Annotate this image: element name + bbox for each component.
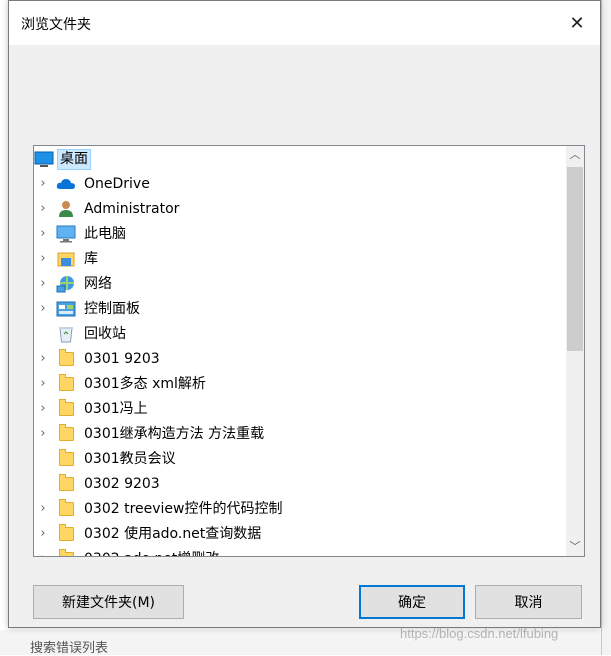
new-folder-label: 新建文件夹(M) <box>61 595 155 611</box>
control-panel-icon <box>56 300 76 318</box>
tree-item[interactable]: › 0302 ado.net增删改 <box>34 547 562 556</box>
watermark: https://blog.csdn.net/lfubing <box>400 626 559 641</box>
tree-item-label: 0301冯上 <box>84 401 148 417</box>
folder-icon <box>56 424 76 443</box>
tree-item-label: 库 <box>84 251 98 267</box>
computer-icon <box>56 225 76 243</box>
folder-icon <box>56 524 76 543</box>
tree-item-label: 0301继承构造方法 方法重载 <box>84 426 265 442</box>
folder-icon <box>56 499 76 518</box>
tree-item-label: 0302 ado.net增删改 <box>82 550 221 556</box>
folder-icon <box>56 474 76 493</box>
tree-item[interactable]: › 控制面板 <box>34 297 562 322</box>
folder-icon <box>56 399 76 418</box>
folder-icon <box>56 549 76 556</box>
cloud-icon <box>56 175 76 193</box>
tree-item[interactable]: › 0301冯上 <box>34 397 562 422</box>
tree-item[interactable]: › 0301继承构造方法 方法重载 <box>34 422 562 447</box>
title-bar: 浏览文件夹 ✕ <box>9 1 600 45</box>
close-button[interactable]: ✕ <box>554 1 600 45</box>
tree-item-label: 0302 9203 <box>84 476 160 492</box>
ok-label: 确定 <box>398 595 426 611</box>
tree-item-label: 回收站 <box>84 326 126 342</box>
recycle-bin-icon <box>56 325 76 343</box>
tree-item-label: 0301 9203 <box>84 351 160 367</box>
folder-tree[interactable]: 桌面 › OneDrive › Administrator › 此电脑 › 库 › 网络 › 控制面板回… <box>33 145 585 557</box>
tree-item[interactable]: › OneDrive <box>34 172 562 197</box>
scrollbar-thumb[interactable] <box>567 167 583 351</box>
network-icon <box>56 275 76 293</box>
browse-folder-dialog: 浏览文件夹 ✕ 桌面 › OneDrive › Administrator › 此电脑 › 库 ›… <box>8 0 601 628</box>
tree-item-label: 0302 treeview控件的代码控制 <box>84 501 283 517</box>
tree-item[interactable]: › Administrator <box>34 197 562 222</box>
scroll-down-arrow-icon[interactable]: ﹀ <box>566 538 584 556</box>
tree-item[interactable]: › 0302 使用ado.net查询数据 <box>34 522 562 547</box>
user-icon <box>56 200 76 218</box>
tree-item[interactable]: 回收站 <box>34 322 562 347</box>
scroll-up-arrow-icon[interactable]: ︿ <box>566 146 584 164</box>
chevron-right-icon[interactable]: › <box>36 401 50 416</box>
tree-item-label: 0301教员会议 <box>84 451 176 467</box>
tree-item[interactable]: › 0302 treeview控件的代码控制 <box>34 497 562 522</box>
chevron-right-icon[interactable]: › <box>36 501 50 516</box>
tree-item-label: 此电脑 <box>84 226 126 242</box>
tree-item-label: 网络 <box>84 276 112 292</box>
chevron-right-icon[interactable]: › <box>36 526 50 541</box>
tree-item-desktop[interactable]: 桌面 <box>34 147 562 172</box>
cancel-label: 取消 <box>514 595 543 611</box>
tree-item-label: 0302 使用ado.net查询数据 <box>84 526 262 542</box>
tree-item-label: 控制面板 <box>84 301 140 317</box>
tree-item-label: Administrator <box>84 201 180 217</box>
tree-item[interactable]: 0302 9203 <box>34 472 562 497</box>
tree-item-label: 桌面 <box>57 149 91 170</box>
ok-button[interactable]: 确定 <box>359 585 465 619</box>
chevron-right-icon[interactable]: › <box>36 551 50 556</box>
chevron-right-icon[interactable]: › <box>36 376 50 391</box>
chevron-right-icon[interactable]: › <box>36 226 50 241</box>
desktop-icon <box>34 150 54 168</box>
close-icon: ✕ <box>569 12 585 34</box>
background-window-edge <box>601 0 611 655</box>
chevron-right-icon[interactable]: › <box>36 201 50 216</box>
tree-item-label: OneDrive <box>84 176 150 192</box>
vertical-scrollbar[interactable]: ︿ ﹀ <box>566 146 584 556</box>
chevron-right-icon[interactable]: › <box>36 251 50 266</box>
background-search-text: 搜索错误列表 <box>30 641 109 656</box>
tree-item[interactable]: › 网络 <box>34 272 562 297</box>
chevron-right-icon[interactable]: › <box>36 301 50 316</box>
folder-icon <box>56 374 76 393</box>
tree-item-label: 0301多态 xml解析 <box>84 376 206 392</box>
tree-item[interactable]: › 0301多态 xml解析 <box>34 372 562 397</box>
tree-item[interactable]: 0301教员会议 <box>34 447 562 472</box>
chevron-right-icon[interactable]: › <box>36 426 50 441</box>
dialog-title: 浏览文件夹 <box>21 17 91 33</box>
chevron-right-icon[interactable]: › <box>36 351 50 366</box>
chevron-right-icon[interactable]: › <box>36 176 50 191</box>
library-icon <box>56 250 76 268</box>
folder-icon <box>56 349 76 368</box>
tree-item[interactable]: › 库 <box>34 247 562 272</box>
tree-item[interactable]: › 此电脑 <box>34 222 562 247</box>
chevron-right-icon[interactable]: › <box>36 276 50 291</box>
cancel-button[interactable]: 取消 <box>475 585 582 619</box>
tree-item[interactable]: › 0301 9203 <box>34 347 562 372</box>
new-folder-button[interactable]: 新建文件夹(M) <box>33 585 184 619</box>
folder-icon <box>56 449 76 468</box>
